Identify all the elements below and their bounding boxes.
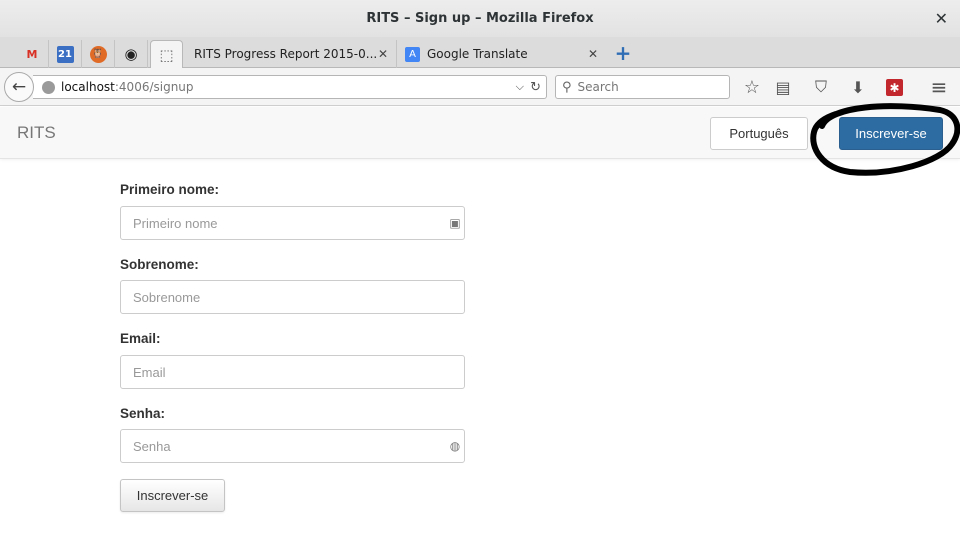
brand-logo[interactable]: RITS <box>17 123 56 143</box>
site-identity-icon[interactable] <box>42 80 55 94</box>
new-tab-icon[interactable]: + <box>613 41 633 65</box>
back-button[interactable]: ← <box>4 72 34 102</box>
pinned-tab-github[interactable]: ◉ <box>115 40 148 68</box>
password-label: Senha: <box>120 406 166 421</box>
back-arrow-icon: ← <box>11 77 27 97</box>
password-field[interactable] <box>120 429 465 463</box>
calendar-icon: 21 <box>56 45 74 63</box>
email-field[interactable] <box>120 355 465 389</box>
password-key-icon[interactable]: ◍ <box>449 439 461 453</box>
search-placeholder: Search <box>577 80 619 94</box>
chevron-down-icon[interactable]: ⌵ <box>516 80 524 94</box>
email-label: Email: <box>120 331 161 346</box>
last-name-field[interactable] <box>120 280 465 314</box>
search-icon: ⚲ <box>562 79 572 95</box>
tab-close-icon[interactable]: ✕ <box>378 47 388 61</box>
reading-list-icon[interactable]: ▤ <box>772 77 794 97</box>
addon-icon[interactable]: ✱ <box>886 79 903 96</box>
bookmark-star-icon[interactable]: ☆ <box>741 77 763 98</box>
signup-submit-button[interactable]: Inscrever-se <box>120 479 225 512</box>
window-close-icon[interactable]: ✕ <box>935 9 948 28</box>
pinned-tab-owl[interactable]: 🦉 <box>82 40 115 68</box>
url-path: :4006/signup <box>114 80 194 94</box>
last-name-label: Sobrenome: <box>120 257 199 272</box>
pinned-tab-gmail[interactable]: M <box>16 40 49 68</box>
app-navbar: RITS Português Inscrever-se <box>0 107 960 159</box>
gmail-icon: M <box>26 47 38 61</box>
reload-icon[interactable]: ↻ <box>530 80 541 95</box>
github-icon: ◉ <box>124 45 138 63</box>
tab-label: RITS Progress Report 2015-0... <box>194 47 378 61</box>
pinned-tab-calendar[interactable]: 21 <box>49 40 82 68</box>
menu-icon[interactable]: ≡ <box>928 75 950 99</box>
tab-rits-progress-report[interactable]: RITS Progress Report 2015-0... ✕ <box>184 40 394 68</box>
tab-close-icon[interactable]: ✕ <box>588 47 598 61</box>
url-bar[interactable]: localhost:4006/signup ⌵ ↻ <box>33 75 547 99</box>
owl-icon: 🦉 <box>89 45 107 63</box>
first-name-label: Primeiro nome: <box>120 182 220 197</box>
search-bar[interactable]: ⚲ Search <box>555 75 730 99</box>
first-name-field[interactable] <box>120 206 465 240</box>
blank-page-icon: ⬚ <box>159 45 174 64</box>
download-icon[interactable]: ⬇ <box>847 77 869 97</box>
window-title: RITS – Sign up – Mozilla Firefox <box>366 11 594 26</box>
pinned-tab-blank[interactable]: ⬚ <box>150 40 183 68</box>
signup-nav-button[interactable]: Inscrever-se <box>839 117 943 150</box>
url-host: localhost <box>61 80 115 94</box>
tab-google-translate[interactable]: A Google Translate ✕ <box>396 40 604 68</box>
navigation-toolbar: localhost:4006/signup ⌵ ↻ ← ⚲ Search ☆ ▤… <box>0 68 960 106</box>
window-titlebar: RITS – Sign up – Mozilla Firefox ✕ <box>0 0 960 37</box>
contact-card-icon[interactable]: ▣ <box>449 216 461 230</box>
language-button[interactable]: Português <box>710 117 808 150</box>
pocket-icon[interactable]: ⛉ <box>810 77 832 97</box>
tab-label: Google Translate <box>427 47 528 61</box>
google-translate-icon: A <box>405 46 420 62</box>
tab-strip: M 21 🦉 ◉ ⬚ RITS Progress Report 2015-0..… <box>0 37 960 68</box>
